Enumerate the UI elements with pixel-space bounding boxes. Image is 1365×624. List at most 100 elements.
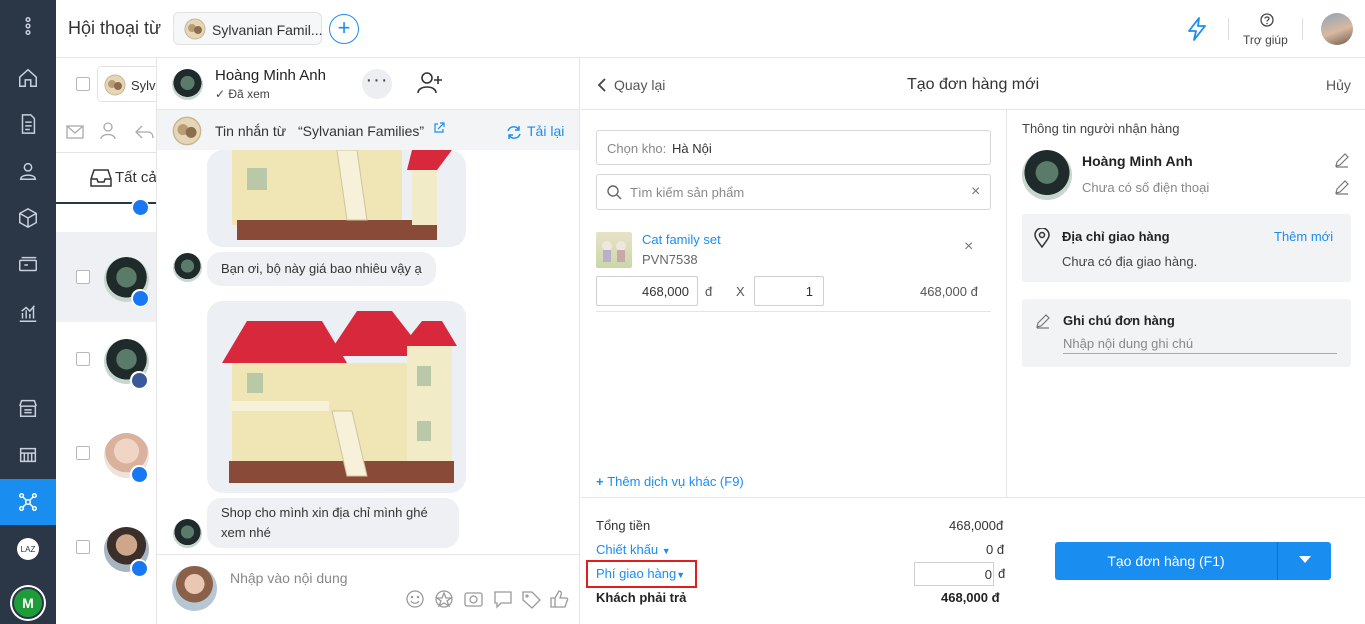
tab-all[interactable]: Tất cả (115, 169, 156, 186)
external-link-icon[interactable] (433, 122, 445, 134)
shelf-icon[interactable] (0, 433, 56, 477)
divider (1006, 110, 1007, 497)
dollhouse-image (232, 150, 452, 240)
messenger-icon (130, 559, 148, 577)
reload-button[interactable]: Tải lại (527, 123, 564, 139)
warehouse-label: Chọn kho: (607, 141, 667, 156)
product-image[interactable] (207, 301, 466, 493)
product-image[interactable] (207, 150, 466, 247)
sticker-icon[interactable] (435, 589, 455, 611)
shipping-fee-input[interactable]: 0 (914, 562, 994, 586)
recipient-phone[interactable]: Chưa có số điện thoại (1082, 180, 1209, 195)
reply-icon[interactable] (134, 124, 154, 140)
divider (596, 311, 991, 312)
total-label: Tổng tiền (596, 518, 651, 533)
page-avatar-icon (104, 74, 126, 96)
box-icon[interactable] (0, 196, 56, 240)
lazada-icon[interactable]: LAZ (17, 538, 39, 560)
network-icon[interactable] (0, 479, 56, 525)
list-item[interactable] (56, 232, 156, 322)
emoji-icon[interactable] (415, 589, 435, 611)
clear-search-icon[interactable]: × (971, 183, 980, 201)
add-user-icon[interactable] (417, 71, 443, 95)
sender-avatar (173, 253, 202, 282)
message-line: Shop cho mình xin địa chỉ mình ghé (221, 505, 428, 520)
like-icon[interactable] (549, 589, 569, 611)
chart-icon[interactable] (0, 291, 56, 335)
order-title: Tạo đơn hàng mới (907, 76, 1040, 93)
cancel-button[interactable]: Hủy (1326, 77, 1351, 93)
recipient-section-title: Thông tin người nhận hàng (1022, 121, 1180, 136)
caret-down-icon (1299, 556, 1311, 563)
shipping-currency: đ (998, 566, 1006, 581)
chat-avatar (172, 69, 203, 100)
warehouse-value: Hà Nội (672, 141, 712, 156)
warehouse-select[interactable]: Chọn kho: Hà Nội (596, 130, 991, 165)
add-page-button[interactable]: + (329, 14, 359, 44)
document-icon[interactable] (0, 102, 56, 146)
order-panel: Quay lại Tạo đơn hàng mới Hủy Chọn kho: … (581, 58, 1365, 624)
page-filter-chip[interactable]: Sylv (97, 66, 156, 102)
divider (1302, 18, 1303, 40)
home-icon[interactable] (0, 56, 56, 100)
search-icon (607, 185, 622, 200)
mail-icon[interactable] (66, 125, 84, 139)
source-page-link[interactable]: “Sylvanian Families” (298, 123, 424, 139)
account-avatar[interactable]: M (12, 587, 44, 619)
item-checkbox[interactable] (76, 352, 90, 366)
edit-phone-icon[interactable] (1334, 179, 1350, 195)
note-title: Ghi chú đơn hàng (1063, 313, 1175, 328)
add-service-button[interactable]: + Thêm dịch vụ khác (F9) (596, 474, 744, 489)
top-bar: Hội thoại từ Sylvanian Famil... + Trợ gi… (56, 0, 1365, 58)
cash-icon[interactable] (0, 243, 56, 287)
recipient-avatar (1022, 150, 1072, 200)
inbox-icon[interactable] (90, 169, 112, 187)
product-search[interactable]: Tìm kiếm sản phẩm × (596, 174, 991, 210)
back-button[interactable]: Quay lại (614, 77, 665, 93)
reload-icon[interactable] (506, 125, 522, 140)
add-address-button[interactable]: Thêm mới (1274, 229, 1333, 244)
shipping-toggle[interactable]: Phí giao hàng▼ (596, 566, 685, 581)
source-prefix: Tin nhắn từ (215, 123, 287, 139)
menu-dots-icon[interactable] (0, 4, 56, 48)
divider (1228, 18, 1229, 40)
source-bar: Tin nhắn từ “Sylvanian Families” Tải lại (157, 109, 579, 150)
item-checkbox[interactable] (76, 446, 90, 460)
page-chip[interactable]: Sylvanian Famil... (173, 12, 322, 45)
page-chip-label: Sylvanian Famil... (212, 22, 323, 38)
select-all-checkbox[interactable] (76, 77, 90, 91)
user-filter-icon[interactable] (100, 122, 116, 140)
note-input[interactable]: Nhập nội dung ghi chú (1063, 336, 1193, 351)
quantity-input[interactable]: 1 (754, 276, 824, 306)
create-order-button[interactable]: Tạo đơn hàng (F1) (1055, 542, 1277, 580)
edit-name-icon[interactable] (1334, 152, 1350, 168)
more-options-button[interactable]: ··· (362, 69, 392, 99)
divider (581, 109, 1365, 110)
help-label[interactable]: Trợ giúp (1243, 33, 1288, 47)
create-order-dropdown[interactable] (1278, 542, 1331, 580)
message-input[interactable]: Nhập vào nội dung (230, 570, 348, 586)
chevron-left-icon[interactable] (597, 77, 607, 93)
lightning-icon[interactable] (1186, 17, 1208, 41)
times-sign: X (736, 284, 745, 299)
chat-bubble-icon[interactable] (493, 589, 513, 611)
remove-product-icon[interactable]: × (964, 238, 973, 256)
conversation-list: Sylv Tất cả (56, 58, 157, 624)
agent-avatar (172, 566, 217, 611)
product-name[interactable]: Cat family set (642, 232, 721, 247)
user-icon[interactable] (0, 149, 56, 193)
discount-toggle[interactable]: Chiết khấu ▼ (596, 542, 671, 557)
messenger-icon (130, 465, 148, 483)
item-checkbox[interactable] (76, 540, 90, 554)
price-input[interactable]: 468,000 (596, 276, 698, 306)
user-avatar[interactable] (1321, 13, 1353, 45)
tag-icon[interactable] (521, 589, 541, 611)
camera-icon[interactable] (463, 589, 483, 611)
note-underline (1063, 353, 1337, 354)
chat-customer-name[interactable]: Hoàng Minh Anh (215, 67, 326, 84)
help-icon[interactable] (1260, 13, 1274, 27)
message-bubble: Shop cho mình xin địa chỉ mình ghé xem n… (207, 498, 459, 548)
store-icon[interactable] (0, 386, 56, 430)
item-checkbox[interactable] (76, 270, 90, 284)
search-input[interactable]: Tìm kiếm sản phẩm (630, 185, 744, 200)
